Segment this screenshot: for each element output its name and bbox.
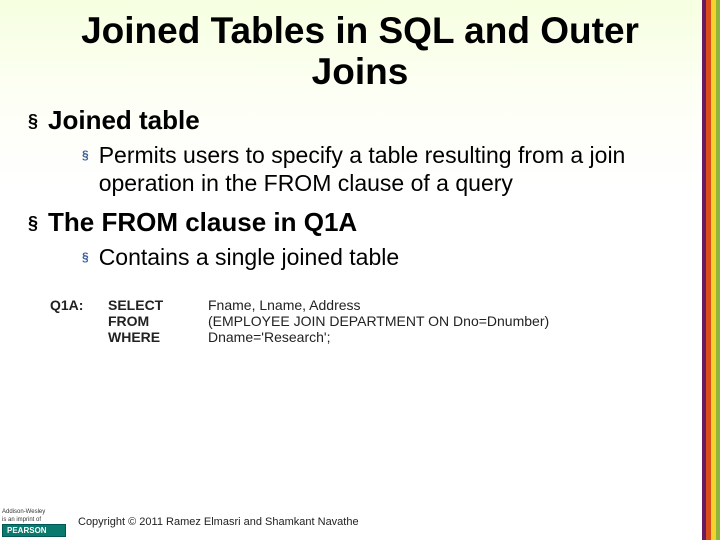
bullet-text: Permits users to specify a table resulti… [99,141,679,197]
slide: Joined Tables in SQL and Outer Joins § J… [0,0,720,540]
slide-body: § Joined table § Permits users to specif… [0,99,720,355]
square-bullet-icon: § [28,105,38,137]
query-keyword: SELECT [108,297,208,313]
publisher-logo: Addison-Wesley is an imprint of PEARSON [2,507,66,537]
logo-brand: PEARSON [2,524,66,537]
sql-query-block: Q1A: SELECT Fname, Lname, Address FROM (… [34,289,686,355]
bullet-level1: § The FROM clause in Q1A [28,207,692,239]
logo-line1: Addison-Wesley [2,509,66,515]
bullet-level2: § Contains a single joined table [82,243,692,271]
logo-line2: is an imprint of [2,517,66,523]
query-value: Dname='Research'; [208,329,680,345]
bullet-level2: § Permits users to specify a table resul… [82,141,692,197]
query-value: (EMPLOYEE JOIN DEPARTMENT ON Dno=Dnumber… [208,313,680,329]
square-bullet-icon: § [28,207,38,239]
square-bullet-icon: § [82,141,89,169]
query-row: Q1A: SELECT Fname, Lname, Address [50,297,680,313]
bullet-text: The FROM clause in Q1A [48,207,357,238]
bullet-text: Contains a single joined table [99,243,399,271]
square-bullet-icon: § [82,243,89,271]
copyright-text: Copyright © 2011 Ramez Elmasri and Shamk… [78,516,359,528]
bullet-text: Joined table [48,105,200,136]
query-label: Q1A: [50,297,108,313]
query-keyword: FROM [108,313,208,329]
query-row: FROM (EMPLOYEE JOIN DEPARTMENT ON Dno=Dn… [50,313,680,329]
decorative-stripes [702,0,720,540]
bullet-level1: § Joined table [28,105,692,137]
query-row: WHERE Dname='Research'; [50,329,680,345]
query-keyword: WHERE [108,329,208,345]
query-value: Fname, Lname, Address [208,297,680,313]
slide-title: Joined Tables in SQL and Outer Joins [0,0,720,99]
slide-footer: Addison-Wesley is an imprint of PEARSON … [0,504,720,540]
